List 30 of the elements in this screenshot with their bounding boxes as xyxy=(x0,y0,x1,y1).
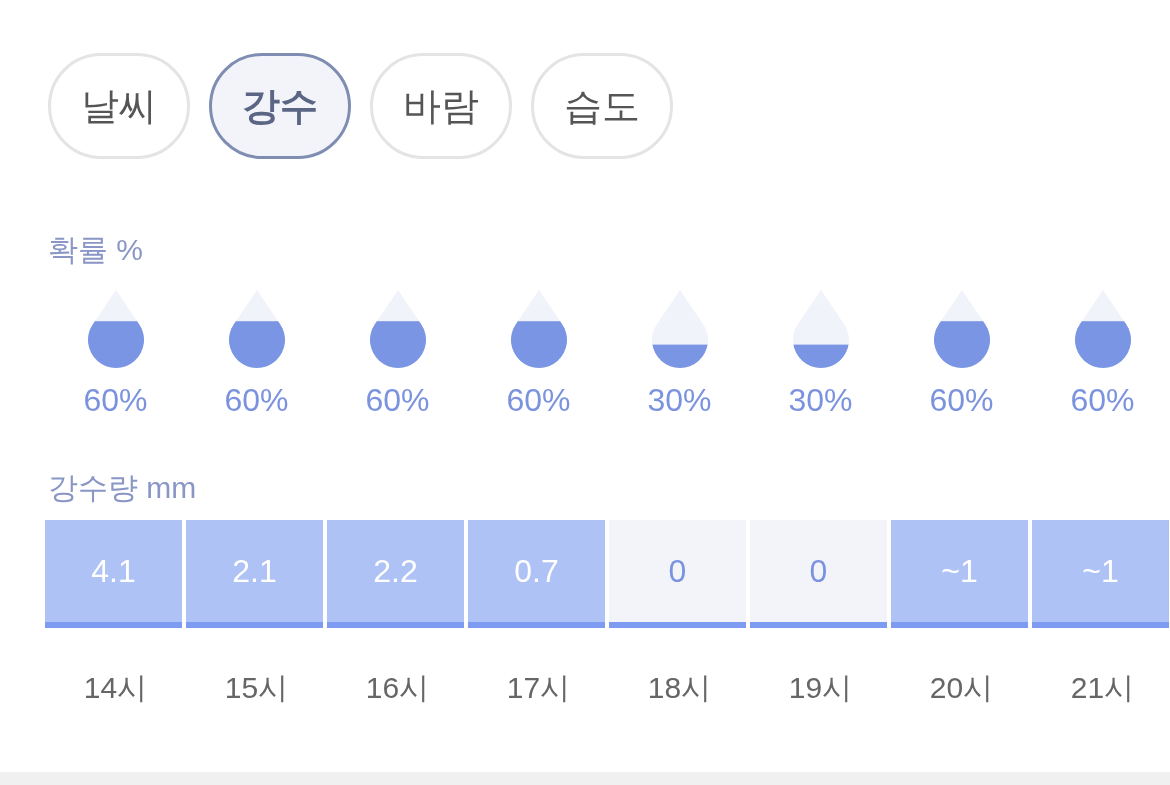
rainfall-cell: ~1 xyxy=(1032,520,1169,628)
category-tab[interactable]: 강수 xyxy=(209,53,351,159)
hour-label: 17시 xyxy=(506,670,571,706)
rainfall-cell: 4.1 xyxy=(45,520,182,628)
section-label: 강수량 mm xyxy=(48,470,197,506)
probability-value: 60% xyxy=(929,381,994,419)
rainfall-cell: 2.2 xyxy=(327,520,464,628)
section-label: 확률 % xyxy=(48,232,143,268)
category-tab[interactable]: 바람 xyxy=(370,53,512,159)
hour-label: 15시 xyxy=(224,670,289,706)
rainfall-cell: ~1 xyxy=(891,520,1028,628)
probability-value: 30% xyxy=(647,381,712,419)
hour-label: 16시 xyxy=(365,670,430,706)
probability-value: 60% xyxy=(83,381,148,419)
probability-value: 60% xyxy=(365,381,430,419)
rainfall-cell: 0 xyxy=(750,520,887,628)
hour-label: 21시 xyxy=(1070,670,1135,706)
rainfall-cell: 2.1 xyxy=(186,520,323,628)
hour-label: 14시 xyxy=(83,670,148,706)
category-tab[interactable]: 날씨 xyxy=(48,53,190,159)
rainfall-cell: 0.7 xyxy=(468,520,605,628)
probability-value: 60% xyxy=(506,381,571,419)
probability-value: 30% xyxy=(788,381,853,419)
hour-label: 18시 xyxy=(647,670,712,706)
category-tab[interactable]: 습도 xyxy=(531,53,673,159)
rainfall-cell: 0 xyxy=(609,520,746,628)
probability-value: 60% xyxy=(1070,381,1135,419)
hour-label: 19시 xyxy=(788,670,853,706)
hour-label: 20시 xyxy=(929,670,994,706)
probability-value: 60% xyxy=(224,381,289,419)
